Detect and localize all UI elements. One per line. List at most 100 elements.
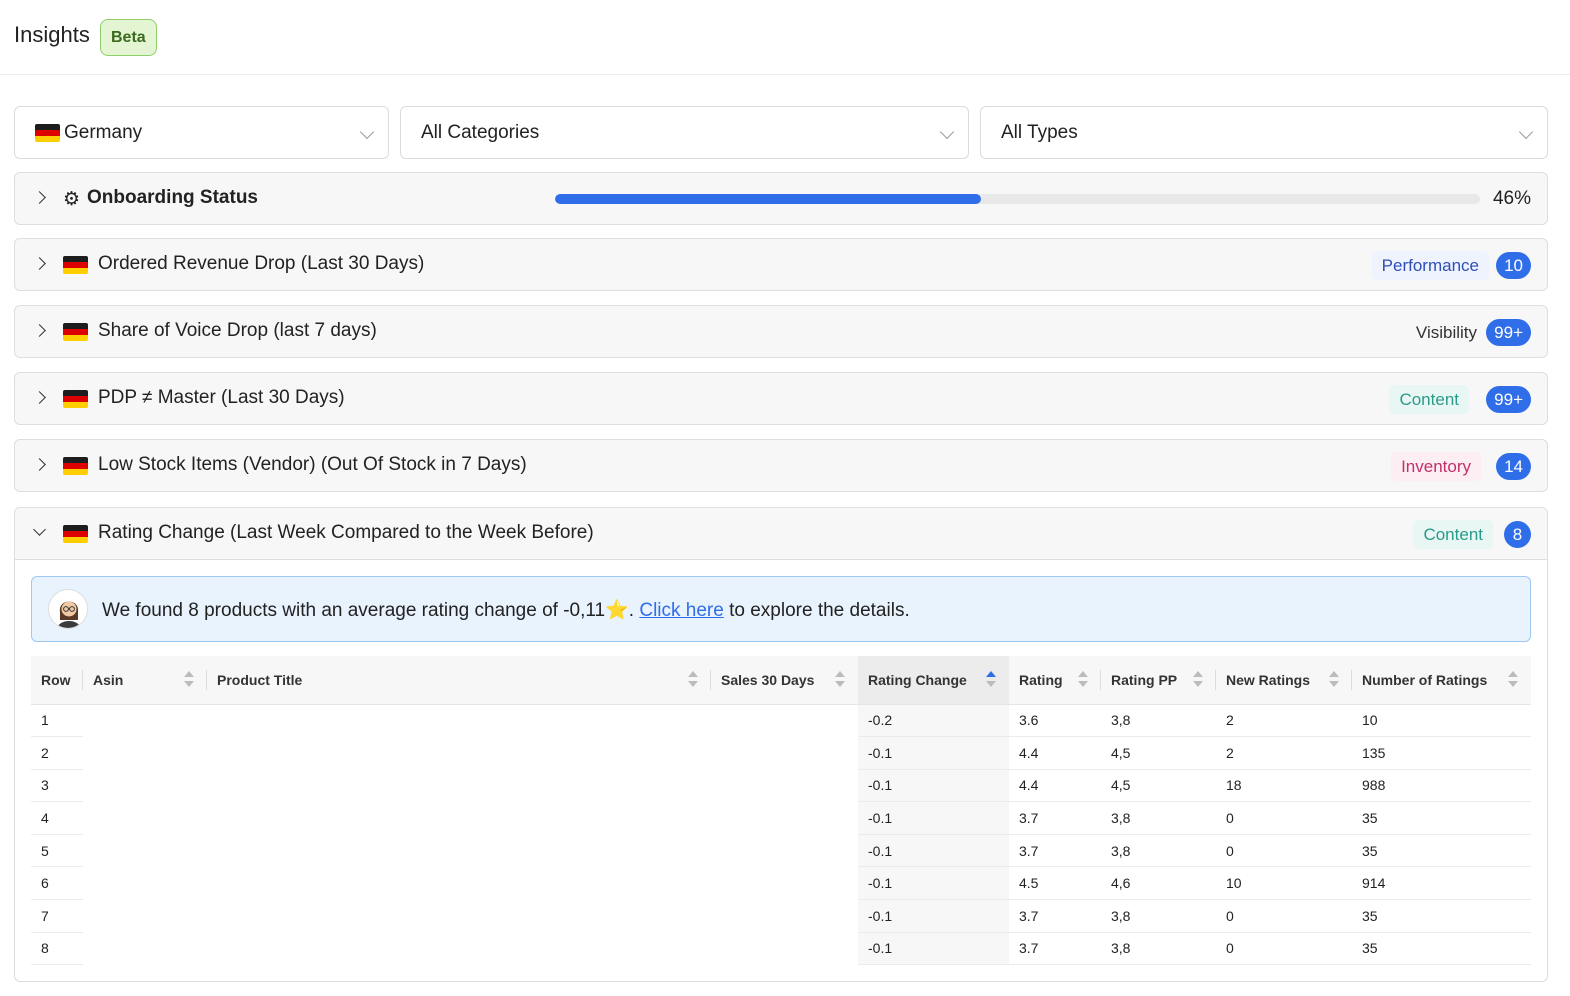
table-cell <box>83 867 207 900</box>
table-cell: 0 <box>1216 801 1352 835</box>
table-row[interactable]: 8 -0.1 3.7 3,8 0 35 <box>31 932 1531 966</box>
insight-title: Share of Voice Drop (last 7 days) <box>98 320 377 341</box>
table-row[interactable]: 2 -0.1 4.4 4,5 2 135 <box>31 736 1531 770</box>
table-cell: 3,8 <box>1101 834 1216 868</box>
table-cell <box>711 704 858 737</box>
table-row[interactable]: 1 -0.2 3.6 3,8 2 10 <box>31 704 1531 738</box>
tag-content: Content <box>1389 385 1469 414</box>
onboarding-progress-fill <box>555 194 981 204</box>
insight-panel-share-of-voice[interactable]: Share of Voice Drop (last 7 days) Visibi… <box>14 305 1548 358</box>
column-label: Number of Ratings <box>1362 671 1488 688</box>
category-select[interactable]: All Categories <box>400 106 969 159</box>
table-cell: 3,8 <box>1101 932 1216 966</box>
table-cell <box>83 802 207 835</box>
table-cell: 0 <box>1216 899 1352 933</box>
table-cell: 10 <box>1216 866 1352 901</box>
table-cell <box>207 737 711 770</box>
insight-title: Rating Change (Last Week Compared to the… <box>98 522 594 543</box>
germany-flag-icon <box>63 390 88 408</box>
sort-icon[interactable] <box>183 671 195 689</box>
chevron-right-icon[interactable] <box>33 191 46 204</box>
sort-icon[interactable] <box>1328 671 1340 689</box>
chevron-down-icon <box>1518 124 1534 140</box>
sort-ascending-icon[interactable] <box>985 671 997 689</box>
gear-icon: ⚙ <box>63 189 81 210</box>
column-header[interactable]: New Ratings <box>1216 656 1352 705</box>
country-select-value: Germany <box>64 122 143 143</box>
sort-icon[interactable] <box>687 671 699 689</box>
insight-panel-pdp-master[interactable]: PDP ≠ Master (Last 30 Days) Content 99+ <box>14 372 1548 425</box>
column-label: Rating Change <box>868 671 967 688</box>
table-cell <box>207 932 711 965</box>
chevron-down-icon[interactable] <box>33 523 46 536</box>
table-cell: -0.1 <box>858 866 1009 901</box>
table-cell: 4,5 <box>1101 769 1216 803</box>
table-cell: 4.4 <box>1009 769 1101 803</box>
table-cell: 3.7 <box>1009 834 1101 868</box>
chevron-right-icon[interactable] <box>33 324 46 337</box>
table-cell: 2 <box>31 736 83 770</box>
table-cell: 7 <box>31 899 83 933</box>
country-select[interactable]: Germany <box>14 106 389 159</box>
column-header-sorted[interactable]: Rating Change <box>858 656 1009 705</box>
rating-change-table: Row Asin Product Title Sales 30 Days Rat… <box>31 656 1531 966</box>
table-cell: 3.6 <box>1009 704 1101 738</box>
explore-details-link[interactable]: Click here <box>639 600 723 621</box>
table-cell <box>711 834 858 867</box>
column-header[interactable]: Rating <box>1009 656 1101 705</box>
insight-panel-revenue-drop[interactable]: Ordered Revenue Drop (Last 30 Days) Perf… <box>14 238 1548 291</box>
table-cell: 4,6 <box>1101 866 1216 901</box>
insight-panel-low-stock[interactable]: Low Stock Items (Vendor) (Out Of Stock i… <box>14 439 1548 492</box>
insight-panel-rating-change: Rating Change (Last Week Compared to the… <box>14 507 1548 982</box>
chevron-right-icon[interactable] <box>33 458 46 471</box>
table-cell: 10 <box>1352 704 1531 738</box>
table-cell: 914 <box>1352 866 1531 901</box>
table-cell: -0.1 <box>858 736 1009 770</box>
sort-icon[interactable] <box>1192 671 1204 689</box>
table-cell: 35 <box>1352 932 1531 966</box>
count-badge: 99+ <box>1486 386 1531 413</box>
rating-change-header[interactable]: Rating Change (Last Week Compared to the… <box>15 508 1547 560</box>
table-row[interactable]: 7 -0.1 3.7 3,8 0 35 <box>31 899 1531 933</box>
table-cell: 3.7 <box>1009 932 1101 966</box>
type-select[interactable]: All Types <box>980 106 1548 159</box>
count-badge: 10 <box>1496 252 1531 279</box>
table-cell <box>83 737 207 770</box>
table-cell <box>207 867 711 900</box>
sort-icon[interactable] <box>1507 671 1519 689</box>
table-cell: -0.2 <box>858 704 1009 738</box>
table-cell: 35 <box>1352 801 1531 835</box>
table-cell <box>83 834 207 867</box>
column-header[interactable]: Rating PP <box>1101 656 1216 705</box>
count-badge: 99+ <box>1486 319 1531 346</box>
sort-icon[interactable] <box>834 671 846 689</box>
column-header[interactable]: Product Title <box>207 656 711 705</box>
table-cell: 6 <box>31 866 83 901</box>
info-message: We found 8 products with an average rati… <box>102 598 910 622</box>
table-cell <box>207 769 711 802</box>
info-message-suffix: to explore the details. <box>723 600 910 621</box>
table-cell: 4.5 <box>1009 866 1101 901</box>
table-row[interactable]: 6 -0.1 4.5 4,6 10 914 <box>31 866 1531 901</box>
table-cell: 1 <box>31 704 83 738</box>
table-cell: -0.1 <box>858 932 1009 966</box>
table-row[interactable]: 3 -0.1 4.4 4,5 18 988 <box>31 769 1531 803</box>
table-cell: 35 <box>1352 834 1531 868</box>
table-row[interactable]: 5 -0.1 3.7 3,8 0 35 <box>31 834 1531 868</box>
chevron-down-icon <box>939 124 955 140</box>
onboarding-status-panel[interactable]: ⚙ Onboarding Status 46% <box>14 172 1548 225</box>
table-cell <box>83 932 207 965</box>
count-badge: 14 <box>1496 453 1531 480</box>
table-row[interactable]: 4 -0.1 3.7 3,8 0 35 <box>31 801 1531 835</box>
table-cell <box>83 900 207 933</box>
table-cell: 18 <box>1216 769 1352 803</box>
onboarding-title: Onboarding Status <box>87 187 258 208</box>
column-header[interactable]: Sales 30 Days <box>711 656 858 705</box>
germany-flag-icon <box>63 457 88 475</box>
chevron-right-icon[interactable] <box>33 391 46 404</box>
germany-flag-icon <box>35 124 60 142</box>
chevron-right-icon[interactable] <box>33 257 46 270</box>
column-header[interactable]: Asin <box>83 656 207 705</box>
sort-icon[interactable] <box>1077 671 1089 689</box>
column-header[interactable]: Number of Ratings <box>1352 656 1531 705</box>
